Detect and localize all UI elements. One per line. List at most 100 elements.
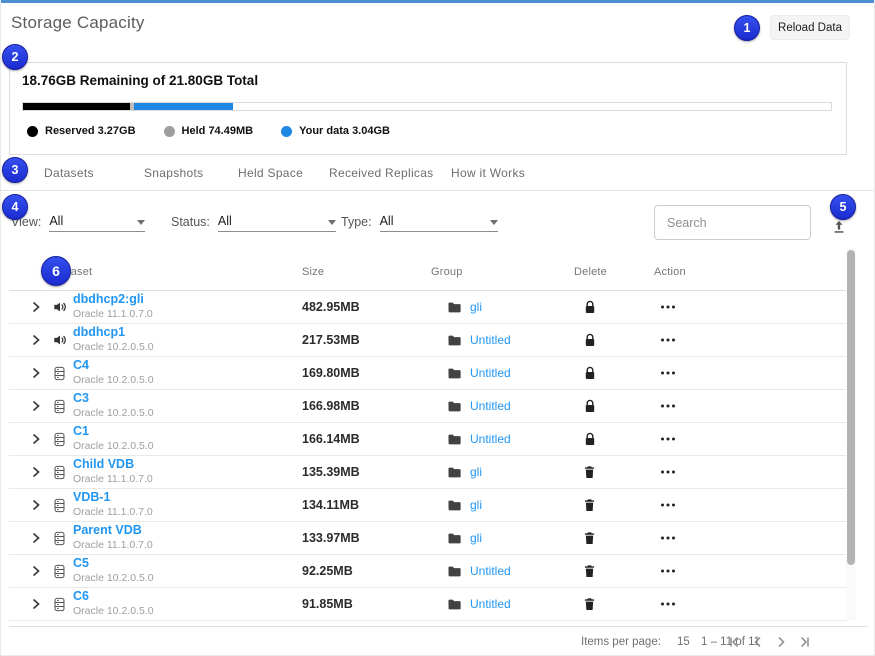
expand-chevron-icon[interactable] — [31, 466, 53, 478]
more-options-icon — [660, 403, 676, 409]
reserved-dot-icon — [27, 126, 38, 137]
lock-icon[interactable] — [584, 399, 654, 413]
expand-chevron-icon[interactable] — [31, 400, 53, 412]
lock-icon[interactable] — [584, 300, 654, 314]
tab-how-it-works[interactable]: How it Works — [451, 166, 525, 180]
folder-icon — [447, 565, 462, 578]
dataset-name-link[interactable]: dbdhcp2:gli — [73, 293, 302, 307]
tab-received-replicas[interactable]: Received Replicas — [329, 166, 433, 180]
group-link[interactable]: gli — [470, 300, 482, 314]
row-actions-menu[interactable] — [654, 304, 847, 310]
expand-chevron-icon[interactable] — [31, 532, 53, 544]
view-filter-select[interactable]: View: All — [11, 214, 145, 232]
export-icon[interactable] — [830, 218, 848, 236]
expand-chevron-icon[interactable] — [31, 367, 53, 379]
row-actions-menu[interactable] — [654, 370, 847, 376]
row-actions-menu[interactable] — [654, 535, 847, 541]
type-filter-select[interactable]: Type: All — [341, 214, 498, 232]
more-options-icon — [660, 601, 676, 607]
trash-icon[interactable] — [584, 531, 654, 545]
folder-icon — [447, 532, 462, 545]
group-link[interactable]: Untitled — [470, 564, 511, 578]
dataset-size: 482.95MB — [302, 300, 441, 314]
dataset-name-link[interactable]: Parent VDB — [73, 524, 302, 538]
tab-datasets[interactable]: Datasets — [44, 166, 94, 180]
group-link[interactable]: Untitled — [470, 432, 511, 446]
group-link[interactable]: gli — [470, 498, 482, 512]
status-filter-value: All — [218, 214, 232, 228]
step-annotation-5: 5 — [830, 194, 856, 220]
vdb-icon — [53, 597, 66, 612]
vdb-icon — [53, 564, 66, 579]
dataset-name-link[interactable]: C3 — [73, 392, 302, 406]
legend-item-your-data: Your data 3.04GB — [281, 125, 390, 137]
row-actions-menu[interactable] — [654, 337, 847, 343]
expand-chevron-icon[interactable] — [31, 598, 53, 610]
row-actions-menu[interactable] — [654, 436, 847, 442]
chevron-down-icon — [490, 220, 498, 225]
group-link[interactable]: gli — [470, 465, 482, 479]
next-page-icon[interactable] — [773, 634, 789, 650]
items-per-page-value[interactable]: 15 — [677, 636, 690, 648]
more-options-icon — [660, 502, 676, 508]
dataset-name-link[interactable]: dbdhcp1 — [73, 326, 302, 340]
more-options-icon — [660, 469, 676, 475]
capacity-legend: Reserved 3.27GB Held 74.49MB Your data 3… — [27, 125, 390, 137]
dataset-subtitle: Oracle 11.1.0.7.0 — [73, 474, 302, 486]
dataset-size: 133.97MB — [302, 531, 441, 545]
expand-chevron-icon[interactable] — [31, 499, 53, 511]
tab-held-space[interactable]: Held Space — [238, 166, 303, 180]
tab-snapshots[interactable]: Snapshots — [144, 166, 203, 180]
trash-icon[interactable] — [584, 597, 654, 611]
lock-icon[interactable] — [584, 432, 654, 446]
dataset-subtitle: Oracle 11.1.0.7.0 — [73, 540, 302, 552]
expand-chevron-icon[interactable] — [31, 565, 53, 577]
first-page-icon[interactable] — [727, 634, 743, 650]
trash-icon[interactable] — [584, 564, 654, 578]
expand-chevron-icon[interactable] — [31, 334, 53, 346]
vdb-icon — [53, 366, 66, 381]
status-filter-select[interactable]: Status: All — [171, 214, 336, 232]
dataset-size: 166.98MB — [302, 399, 441, 413]
dataset-subtitle: Oracle 10.2.0.5.0 — [73, 573, 302, 585]
previous-page-icon[interactable] — [750, 634, 766, 650]
group-link[interactable]: Untitled — [470, 366, 511, 380]
lock-icon[interactable] — [584, 333, 654, 347]
type-filter-value: All — [380, 214, 394, 228]
dataset-name-link[interactable]: Child VDB — [73, 458, 302, 472]
row-actions-menu[interactable] — [654, 568, 847, 574]
table-body: dbdhcp2:gli Oracle 11.1.0.7.0 482.95MB g… — [9, 291, 847, 621]
dataset-name-link[interactable]: VDB-1 — [73, 491, 302, 505]
step-annotation-6: 6 — [41, 256, 71, 286]
row-actions-menu[interactable] — [654, 502, 847, 508]
reload-data-button[interactable]: Reload Data — [770, 15, 850, 40]
scrollbar-thumb[interactable] — [847, 250, 855, 565]
trash-icon[interactable] — [584, 498, 654, 512]
type-filter-label: Type: — [341, 215, 372, 232]
dataset-name-link[interactable]: C1 — [73, 425, 302, 439]
search-input[interactable] — [654, 205, 811, 240]
row-actions-menu[interactable] — [654, 469, 847, 475]
expand-chevron-icon[interactable] — [31, 433, 53, 445]
group-link[interactable]: Untitled — [470, 399, 511, 413]
group-link[interactable]: gli — [470, 531, 482, 545]
expand-chevron-icon[interactable] — [31, 301, 53, 313]
dataset-name-link[interactable]: C5 — [73, 557, 302, 571]
trash-icon[interactable] — [584, 465, 654, 479]
bar-segment-reserved — [23, 103, 130, 110]
paginator: Items per page: 15 1 – 11 of 11 — [9, 626, 868, 656]
lock-icon[interactable] — [584, 366, 654, 380]
filter-bar: View: All Status: All Type: All — [1, 192, 875, 253]
row-actions-menu[interactable] — [654, 601, 847, 607]
column-header-delete: Delete — [574, 266, 607, 278]
group-link[interactable]: Untitled — [470, 333, 511, 347]
legend-value: 74.49MB — [208, 125, 253, 137]
dataset-name-link[interactable]: C6 — [73, 590, 302, 604]
group-link[interactable]: Untitled — [470, 597, 511, 611]
dataset-name-link[interactable]: C4 — [73, 359, 302, 373]
more-options-icon — [660, 568, 676, 574]
last-page-icon[interactable] — [796, 634, 812, 650]
step-annotation-3: 3 — [2, 157, 28, 183]
row-actions-menu[interactable] — [654, 403, 847, 409]
vdb-icon — [53, 399, 66, 414]
